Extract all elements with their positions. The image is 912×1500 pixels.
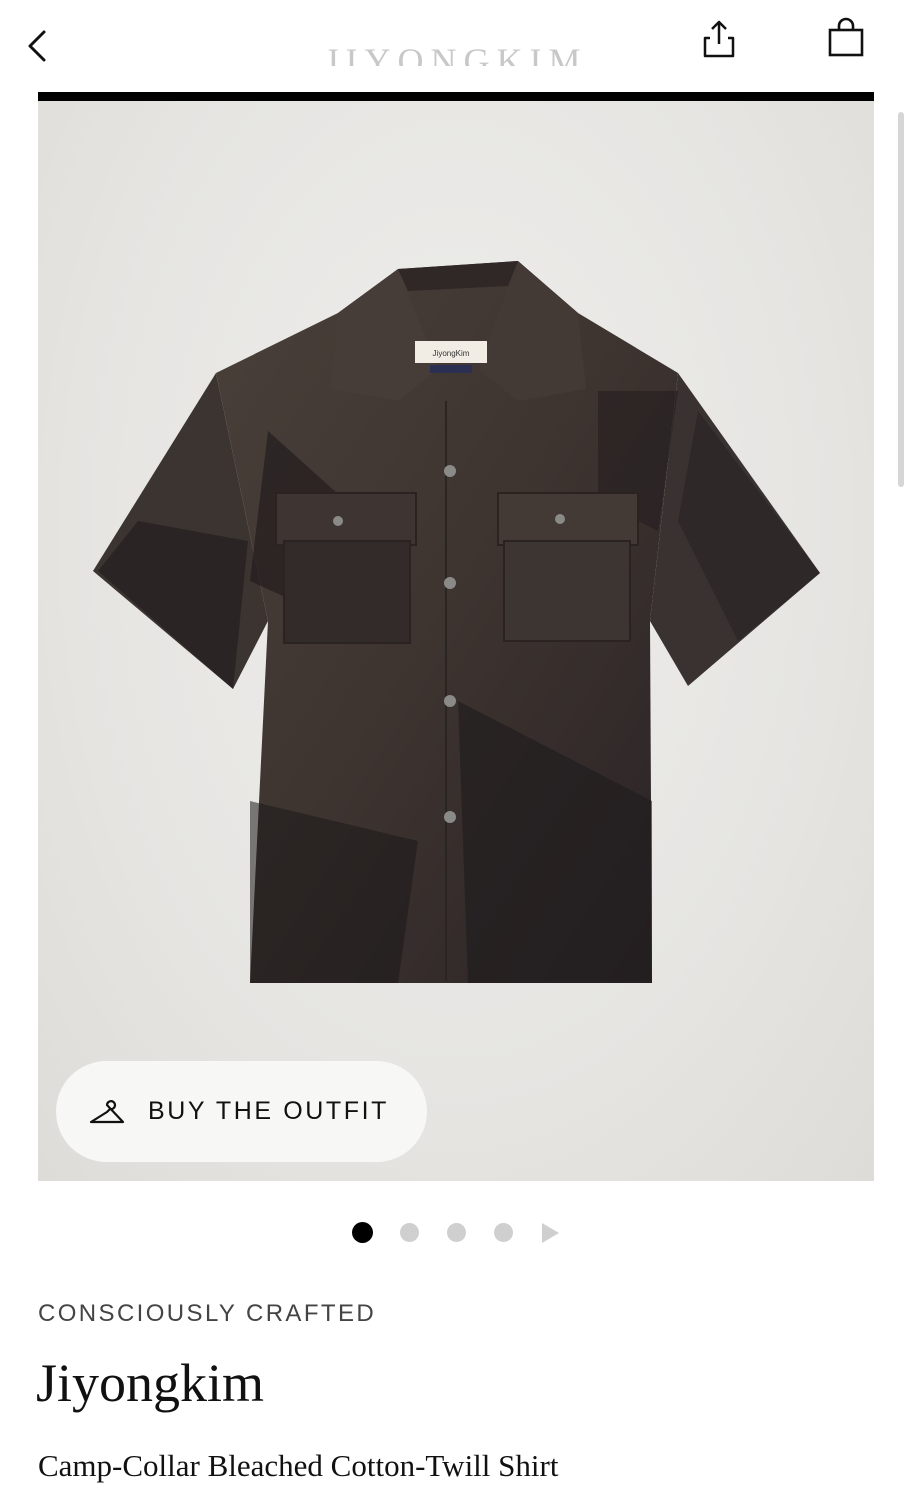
hanger-icon [89, 1100, 125, 1124]
top-bar: JIYONGKIM [0, 0, 912, 92]
buy-the-outfit-button[interactable]: BUY THE OUTFIT [56, 1061, 427, 1162]
pagination-dot-2[interactable] [400, 1223, 419, 1242]
shopping-bag-icon [828, 17, 864, 57]
product-name: Camp-Collar Bleached Cotton-Twill Shirt [38, 1448, 559, 1483]
buy-the-outfit-label: BUY THE OUTFIT [148, 1097, 390, 1125]
share-button[interactable] [698, 18, 740, 60]
pagination-dot-3[interactable] [447, 1223, 466, 1242]
product-image: JiyongKim [93, 261, 820, 983]
scrollbar-thumb[interactable] [898, 112, 904, 487]
brand-logo[interactable]: JIYONGKIM [0, 36, 912, 66]
gallery-pagination [350, 1220, 570, 1246]
shopping-bag-button[interactable] [824, 16, 868, 60]
brand-label-tag: JiyongKim [433, 349, 470, 358]
play-arrow-icon[interactable] [540, 1222, 560, 1244]
product-eyebrow: CONSCIOUSLY CRAFTED [38, 1300, 377, 1327]
product-image-gallery[interactable]: JiyongKim BUY THE OUTFIT [38, 101, 874, 1181]
pagination-dot-1[interactable] [352, 1222, 373, 1243]
pagination-dot-4[interactable] [494, 1223, 513, 1242]
share-icon [703, 20, 735, 58]
image-progress-bar [38, 92, 874, 101]
designer-name[interactable]: Jiyongkim [36, 1352, 264, 1414]
